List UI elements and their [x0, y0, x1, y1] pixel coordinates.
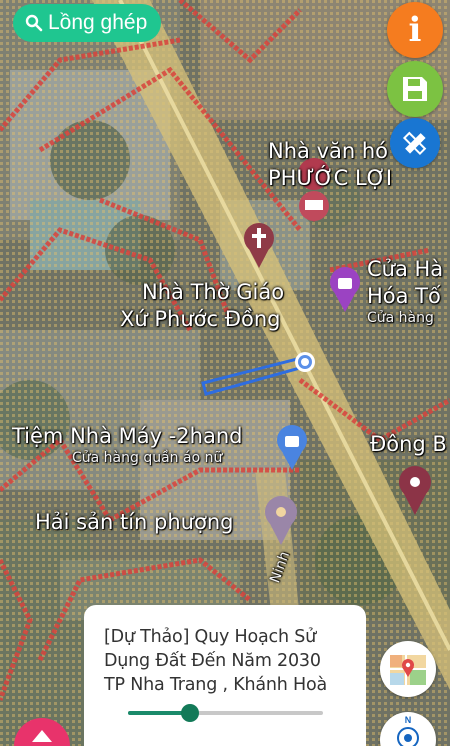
map-layers-button[interactable]: [380, 641, 436, 697]
opacity-slider-thumb[interactable]: [181, 704, 200, 722]
search-label: Lồng ghép: [48, 11, 148, 34]
map-label-tiem-subtitle[interactable]: Cửa hàng quần áo nữ: [72, 450, 222, 466]
map-label-hoa-to[interactable]: Hóa Tố: [367, 284, 441, 308]
compass-north-label: N: [404, 715, 412, 725]
map-label-cua-hang[interactable]: Cửa hàng: [367, 310, 434, 326]
map-label-dong[interactable]: Đông B: [370, 432, 447, 456]
layer-title: [Dự Thảo] Quy Hoạch Sử Dụng Đất Đến Năm …: [104, 627, 328, 695]
map-label-tiem-nha-may[interactable]: Tiệm Nhà Máy -2hand: [12, 424, 242, 448]
ruler-pencil-icon: [402, 131, 427, 156]
opacity-slider[interactable]: [128, 704, 323, 722]
info-icon: i: [408, 10, 422, 50]
map-layers-icon: [390, 655, 426, 685]
measure-tool-button[interactable]: [390, 118, 440, 168]
map-label-nha-tho-line1[interactable]: Nhà Thờ Giáo: [142, 280, 284, 304]
chevron-up-icon: [32, 730, 52, 742]
layer-panel: [Dự Thảo] Quy Hoạch Sử Dụng Đất Đến Năm …: [84, 605, 366, 746]
map-label-nha-van-hoa[interactable]: Nhà văn hó: [268, 139, 388, 163]
compass-icon: [397, 727, 419, 746]
search-button[interactable]: Lồng ghép: [13, 4, 161, 42]
map-label-phuoc-loi[interactable]: PHƯỚC LỢI: [268, 166, 392, 190]
save-button[interactable]: [387, 61, 443, 117]
floppy-disk-icon: [403, 77, 427, 101]
map-label-hai-san[interactable]: Hải sản tín phượng: [35, 510, 233, 534]
info-button[interactable]: i: [387, 2, 443, 58]
search-icon: [25, 14, 43, 32]
map-label-nha-tho-line2[interactable]: Xứ Phước Đồng: [120, 307, 280, 331]
map-label-cua-ha[interactable]: Cửa Hà: [367, 257, 443, 281]
